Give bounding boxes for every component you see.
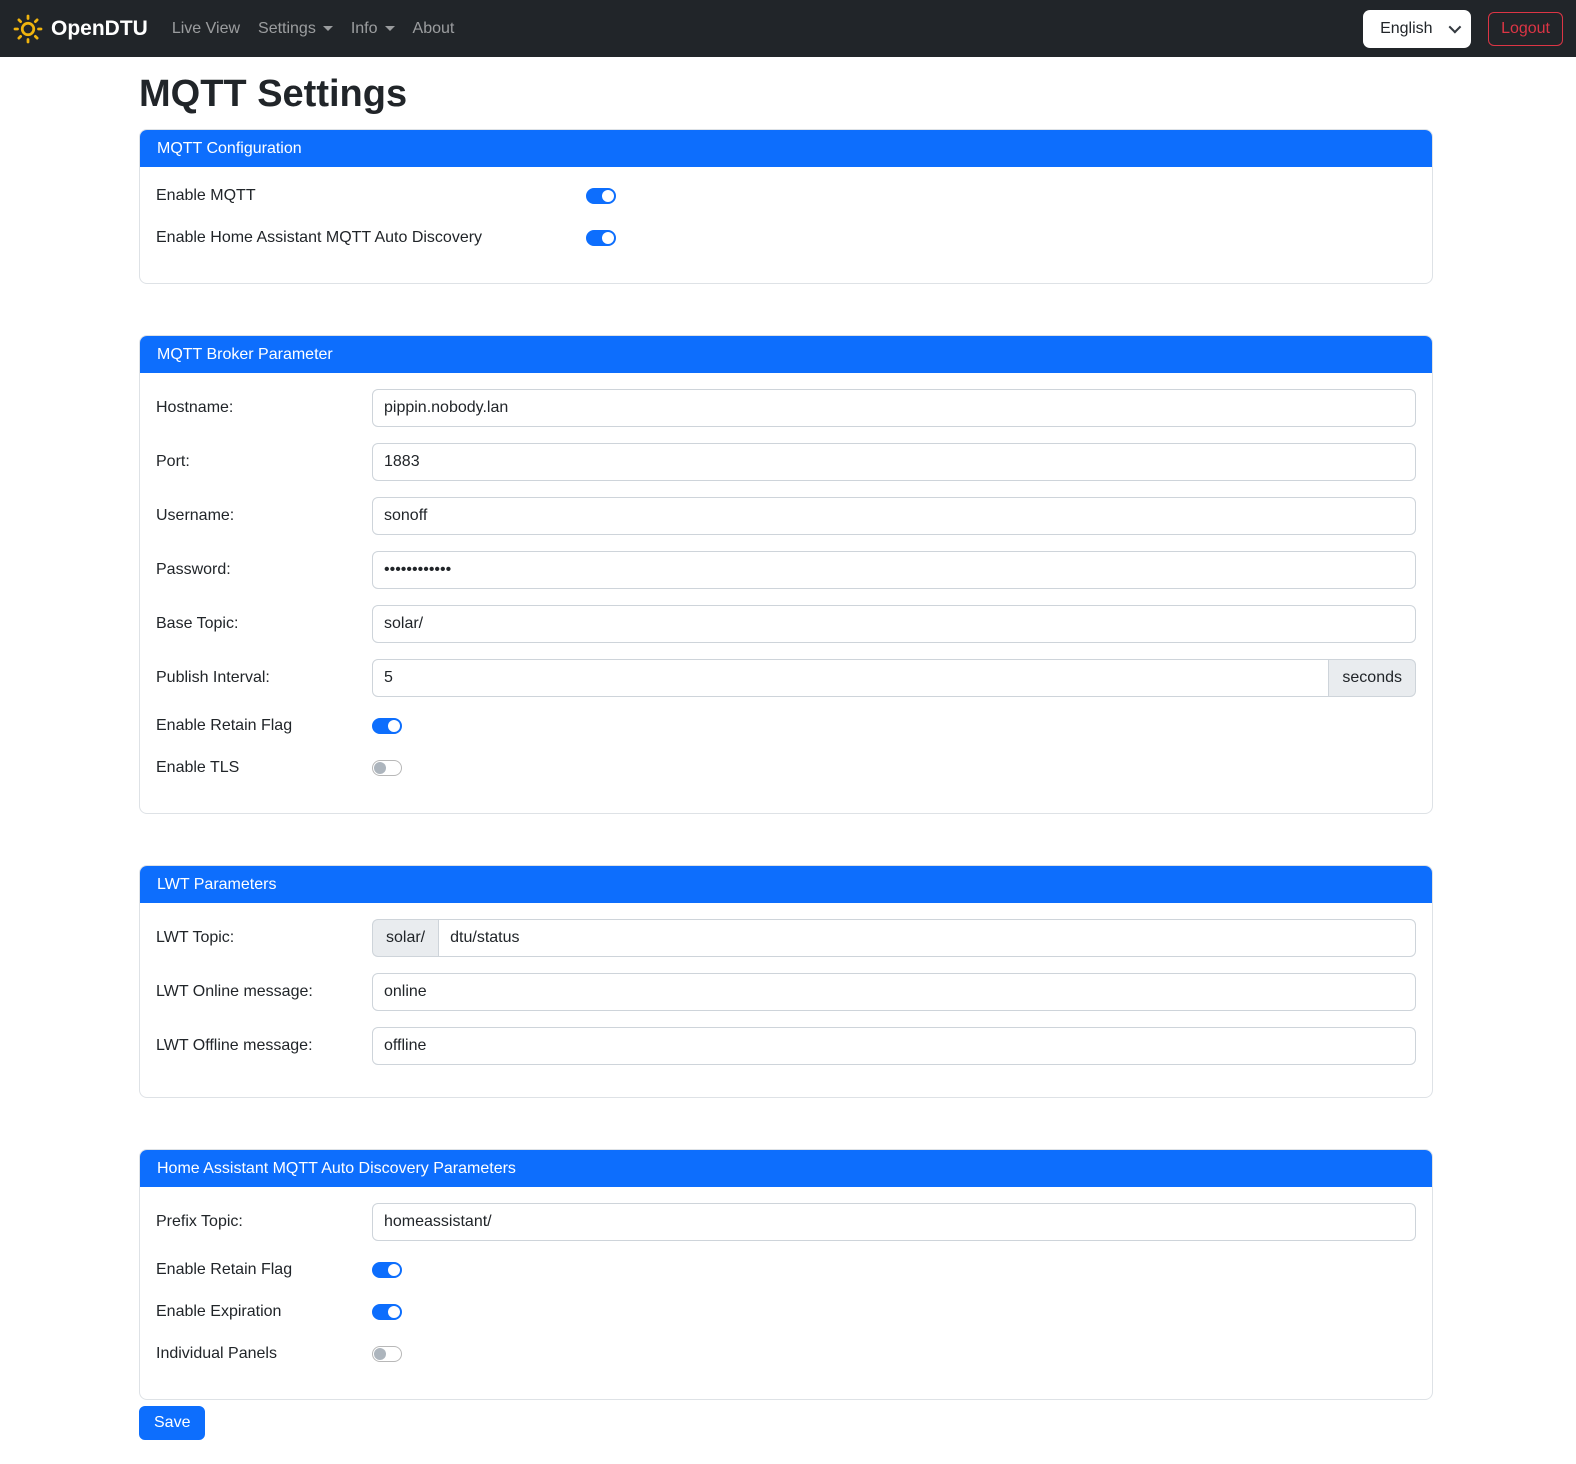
card-header: MQTT Configuration: [140, 130, 1432, 167]
navbar: OpenDTU Live View Settings Info About En…: [0, 0, 1576, 57]
language-select-wrap: English: [1363, 10, 1471, 48]
hostname-label: Hostname:: [156, 399, 372, 417]
card-header: MQTT Broker Parameter: [140, 336, 1432, 373]
lwt-online-message-input[interactable]: [372, 973, 1416, 1011]
publish-interval-label: Publish Interval:: [156, 669, 372, 687]
enable-ha-discovery-toggle[interactable]: [586, 230, 616, 246]
base-topic-label: Base Topic:: [156, 615, 372, 633]
lwt-offline-message-input[interactable]: [372, 1027, 1416, 1065]
individual-panels-toggle[interactable]: [372, 1346, 402, 1362]
prefix-topic-input[interactable]: [372, 1203, 1416, 1241]
enable-ha-discovery-label: Enable Home Assistant MQTT Auto Discover…: [156, 229, 586, 247]
individual-panels-label: Individual Panels: [156, 1345, 372, 1363]
port-label: Port:: [156, 453, 372, 471]
brand-link[interactable]: OpenDTU: [13, 14, 148, 44]
base-topic-input[interactable]: [372, 605, 1416, 643]
card-header: LWT Parameters: [140, 866, 1432, 903]
logout-button[interactable]: Logout: [1488, 12, 1563, 46]
nav-item-settings[interactable]: Settings: [249, 12, 342, 46]
card-header: Home Assistant MQTT Auto Discovery Param…: [140, 1150, 1432, 1187]
prefix-topic-label: Prefix Topic:: [156, 1213, 372, 1231]
lwt-topic-prefix-addon: solar/: [372, 919, 438, 957]
card-ha-discovery-parameters: Home Assistant MQTT Auto Discovery Param…: [139, 1149, 1433, 1400]
card-mqtt-configuration: MQTT Configuration Enable MQTT Enable Ho…: [139, 129, 1433, 284]
publish-interval-input[interactable]: [372, 659, 1329, 697]
sun-icon: [13, 14, 43, 44]
seconds-addon: seconds: [1329, 659, 1416, 697]
enable-tls-toggle[interactable]: [372, 760, 402, 776]
card-lwt-parameters: LWT Parameters LWT Topic: solar/ LWT Onl…: [139, 865, 1433, 1098]
chevron-down-icon: [385, 26, 395, 31]
port-input[interactable]: [372, 443, 1416, 481]
brand-label: OpenDTU: [51, 17, 148, 41]
page-title: MQTT Settings: [139, 73, 1433, 115]
ha-enable-retain-flag-toggle[interactable]: [372, 1262, 402, 1278]
card-mqtt-broker-parameter: MQTT Broker Parameter Hostname: Port: Us…: [139, 335, 1433, 814]
lwt-topic-input[interactable]: [438, 919, 1416, 957]
chevron-down-icon: [323, 26, 333, 31]
ha-enable-expiration-toggle[interactable]: [372, 1304, 402, 1320]
enable-tls-label: Enable TLS: [156, 759, 372, 777]
password-input[interactable]: [372, 551, 1416, 589]
lwt-online-message-label: LWT Online message:: [156, 983, 372, 1001]
hostname-input[interactable]: [372, 389, 1416, 427]
lwt-topic-label: LWT Topic:: [156, 929, 372, 947]
username-input[interactable]: [372, 497, 1416, 535]
language-select[interactable]: English: [1363, 10, 1471, 48]
nav-item-info[interactable]: Info: [342, 12, 404, 46]
enable-mqtt-label: Enable MQTT: [156, 187, 586, 205]
username-label: Username:: [156, 507, 372, 525]
nav-item-about[interactable]: About: [404, 12, 464, 46]
lwt-offline-message-label: LWT Offline message:: [156, 1037, 372, 1055]
ha-enable-expiration-label: Enable Expiration: [156, 1303, 372, 1321]
password-label: Password:: [156, 561, 372, 579]
nav-links: Live View Settings Info About: [163, 12, 464, 46]
enable-retain-flag-label: Enable Retain Flag: [156, 717, 372, 735]
save-button[interactable]: Save: [139, 1406, 205, 1440]
enable-retain-flag-toggle[interactable]: [372, 718, 402, 734]
enable-mqtt-toggle[interactable]: [586, 188, 616, 204]
nav-item-live-view[interactable]: Live View: [163, 12, 249, 46]
ha-enable-retain-flag-label: Enable Retain Flag: [156, 1261, 372, 1279]
